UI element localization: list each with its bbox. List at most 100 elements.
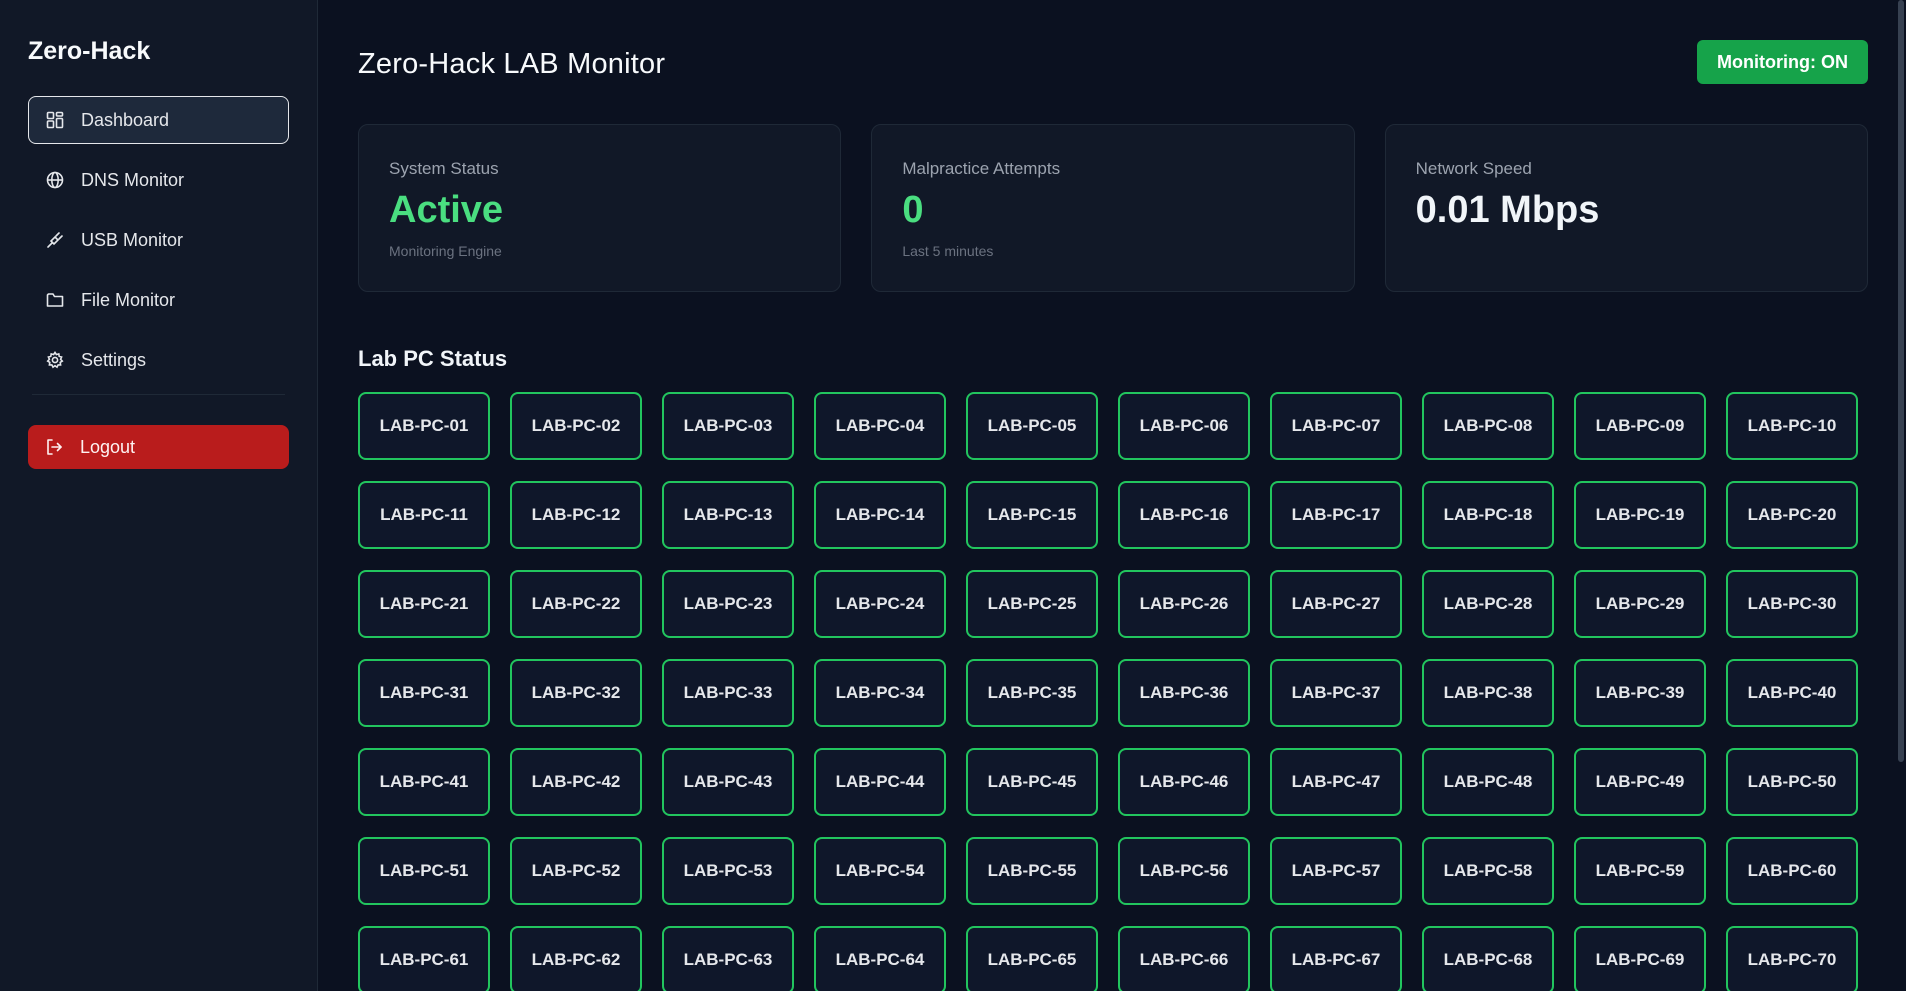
pc-tile[interactable]: LAB-PC-55 [966,837,1098,905]
pc-tile[interactable]: LAB-PC-43 [662,748,794,816]
globe-icon [45,170,65,190]
pc-tile[interactable]: LAB-PC-08 [1422,392,1554,460]
logout-button[interactable]: Logout [28,425,289,469]
sidebar-item-settings[interactable]: Settings [28,336,289,384]
monitoring-toggle-button[interactable]: Monitoring: ON [1697,40,1868,84]
sidebar-item-usb-monitor[interactable]: USB Monitor [28,216,289,264]
lab-pc-grid: LAB-PC-01 LAB-PC-02 LAB-PC-03 LAB-PC-04 LAB-… [358,392,1868,991]
pc-tile[interactable]: LAB-PC-12 [510,481,642,549]
system-status-value: Active [389,189,504,231]
card-label: Malpractice Attempts [902,159,1061,178]
pc-tile[interactable]: LAB-PC-01 [358,392,490,460]
pc-tile[interactable]: LAB-PC-15 [966,481,1098,549]
grid-icon [45,110,65,130]
pc-tile[interactable]: LAB-PC-68 [1422,926,1554,991]
usb-icon [45,230,65,250]
folder-icon [45,290,65,310]
malpractice-attempts-value: 0 [902,189,924,231]
page-title: Zero-Hack LAB Monitor [358,47,666,80]
pc-tile[interactable]: LAB-PC-22 [510,570,642,638]
pc-tile[interactable]: LAB-PC-52 [510,837,642,905]
pc-tile[interactable]: LAB-PC-67 [1270,926,1402,991]
pc-tile[interactable]: LAB-PC-36 [1118,659,1250,727]
pc-tile[interactable]: LAB-PC-33 [662,659,794,727]
pc-tile[interactable]: LAB-PC-29 [1574,570,1706,638]
pc-tile[interactable]: LAB-PC-16 [1118,481,1250,549]
pc-tile[interactable]: LAB-PC-18 [1422,481,1554,549]
pc-tile[interactable]: LAB-PC-51 [358,837,490,905]
network-speed-value: 0.01 Mbps [1415,189,1600,231]
pc-tile[interactable]: LAB-PC-07 [1270,392,1402,460]
page-header: Zero-Hack LAB Monitor Monitoring: ON [358,32,1868,96]
pc-tile[interactable]: LAB-PC-42 [510,748,642,816]
sidebar-divider [32,394,285,395]
pc-tile[interactable]: LAB-PC-49 [1574,748,1706,816]
pc-tile[interactable]: LAB-PC-14 [814,481,946,549]
pc-tile[interactable]: LAB-PC-65 [966,926,1098,991]
pc-tile[interactable]: LAB-PC-46 [1118,748,1250,816]
logout-icon [44,437,64,457]
pc-tile[interactable]: LAB-PC-06 [1118,392,1250,460]
pc-tile[interactable]: LAB-PC-24 [814,570,946,638]
pc-tile[interactable]: LAB-PC-58 [1422,837,1554,905]
pc-tile[interactable]: LAB-PC-64 [814,926,946,991]
pc-tile[interactable]: LAB-PC-05 [966,392,1098,460]
pc-tile[interactable]: LAB-PC-53 [662,837,794,905]
card-subtext: Last 5 minutes [902,243,994,259]
network-speed-card: Network Speed 0.01 Mbps [1384,124,1868,292]
pc-tile[interactable]: LAB-PC-69 [1574,926,1706,991]
pc-tile[interactable]: LAB-PC-54 [814,837,946,905]
scrollbar[interactable] [1898,0,1904,762]
pc-tile[interactable]: LAB-PC-03 [662,392,794,460]
pc-tile[interactable]: LAB-PC-37 [1270,659,1402,727]
pc-tile[interactable]: LAB-PC-70 [1726,926,1858,991]
malpractice-attempts-card: Malpractice Attempts 0 Last 5 minutes [871,124,1355,292]
pc-tile[interactable]: LAB-PC-04 [814,392,946,460]
pc-tile[interactable]: LAB-PC-35 [966,659,1098,727]
pc-tile[interactable]: LAB-PC-32 [510,659,642,727]
pc-tile[interactable]: LAB-PC-17 [1270,481,1402,549]
sidebar-item-label: DNS Monitor [81,169,185,190]
stats-cards: System Status Active Monitoring Engine M… [358,124,1868,292]
pc-tile[interactable]: LAB-PC-02 [510,392,642,460]
pc-tile[interactable]: LAB-PC-25 [966,570,1098,638]
pc-tile[interactable]: LAB-PC-31 [358,659,490,727]
pc-tile[interactable]: LAB-PC-60 [1726,837,1858,905]
pc-tile[interactable]: LAB-PC-44 [814,748,946,816]
pc-tile[interactable]: LAB-PC-28 [1422,570,1554,638]
sidebar-item-file-monitor[interactable]: File Monitor [28,276,289,324]
sidebar-item-label: File Monitor [81,289,176,310]
app-root: Zero-Hack Dashboard DNS Monitor USB Moni… [0,0,1906,991]
pc-tile[interactable]: LAB-PC-62 [510,926,642,991]
pc-tile[interactable]: LAB-PC-38 [1422,659,1554,727]
pc-tile[interactable]: LAB-PC-56 [1118,837,1250,905]
pc-tile[interactable]: LAB-PC-41 [358,748,490,816]
pc-tile[interactable]: LAB-PC-23 [662,570,794,638]
pc-tile[interactable]: LAB-PC-19 [1574,481,1706,549]
pc-tile[interactable]: LAB-PC-66 [1118,926,1250,991]
sidebar-item-dashboard[interactable]: Dashboard [28,96,289,144]
pc-tile[interactable]: LAB-PC-48 [1422,748,1554,816]
sidebar-item-dns-monitor[interactable]: DNS Monitor [28,156,289,204]
pc-tile[interactable]: LAB-PC-10 [1726,392,1858,460]
pc-tile[interactable]: LAB-PC-11 [358,481,490,549]
pc-tile[interactable]: LAB-PC-34 [814,659,946,727]
pc-tile[interactable]: LAB-PC-09 [1574,392,1706,460]
pc-tile[interactable]: LAB-PC-20 [1726,481,1858,549]
card-label: Network Speed [1415,159,1532,178]
pc-tile[interactable]: LAB-PC-50 [1726,748,1858,816]
pc-tile[interactable]: LAB-PC-13 [662,481,794,549]
pc-tile[interactable]: LAB-PC-39 [1574,659,1706,727]
pc-tile[interactable]: LAB-PC-26 [1118,570,1250,638]
sidebar-item-label: Settings [81,349,147,370]
pc-tile[interactable]: LAB-PC-47 [1270,748,1402,816]
pc-tile[interactable]: LAB-PC-57 [1270,837,1402,905]
pc-tile[interactable]: LAB-PC-30 [1726,570,1858,638]
pc-tile[interactable]: LAB-PC-40 [1726,659,1858,727]
pc-tile[interactable]: LAB-PC-63 [662,926,794,991]
pc-tile[interactable]: LAB-PC-61 [358,926,490,991]
pc-tile[interactable]: LAB-PC-21 [358,570,490,638]
pc-tile[interactable]: LAB-PC-27 [1270,570,1402,638]
pc-tile[interactable]: LAB-PC-45 [966,748,1098,816]
pc-tile[interactable]: LAB-PC-59 [1574,837,1706,905]
